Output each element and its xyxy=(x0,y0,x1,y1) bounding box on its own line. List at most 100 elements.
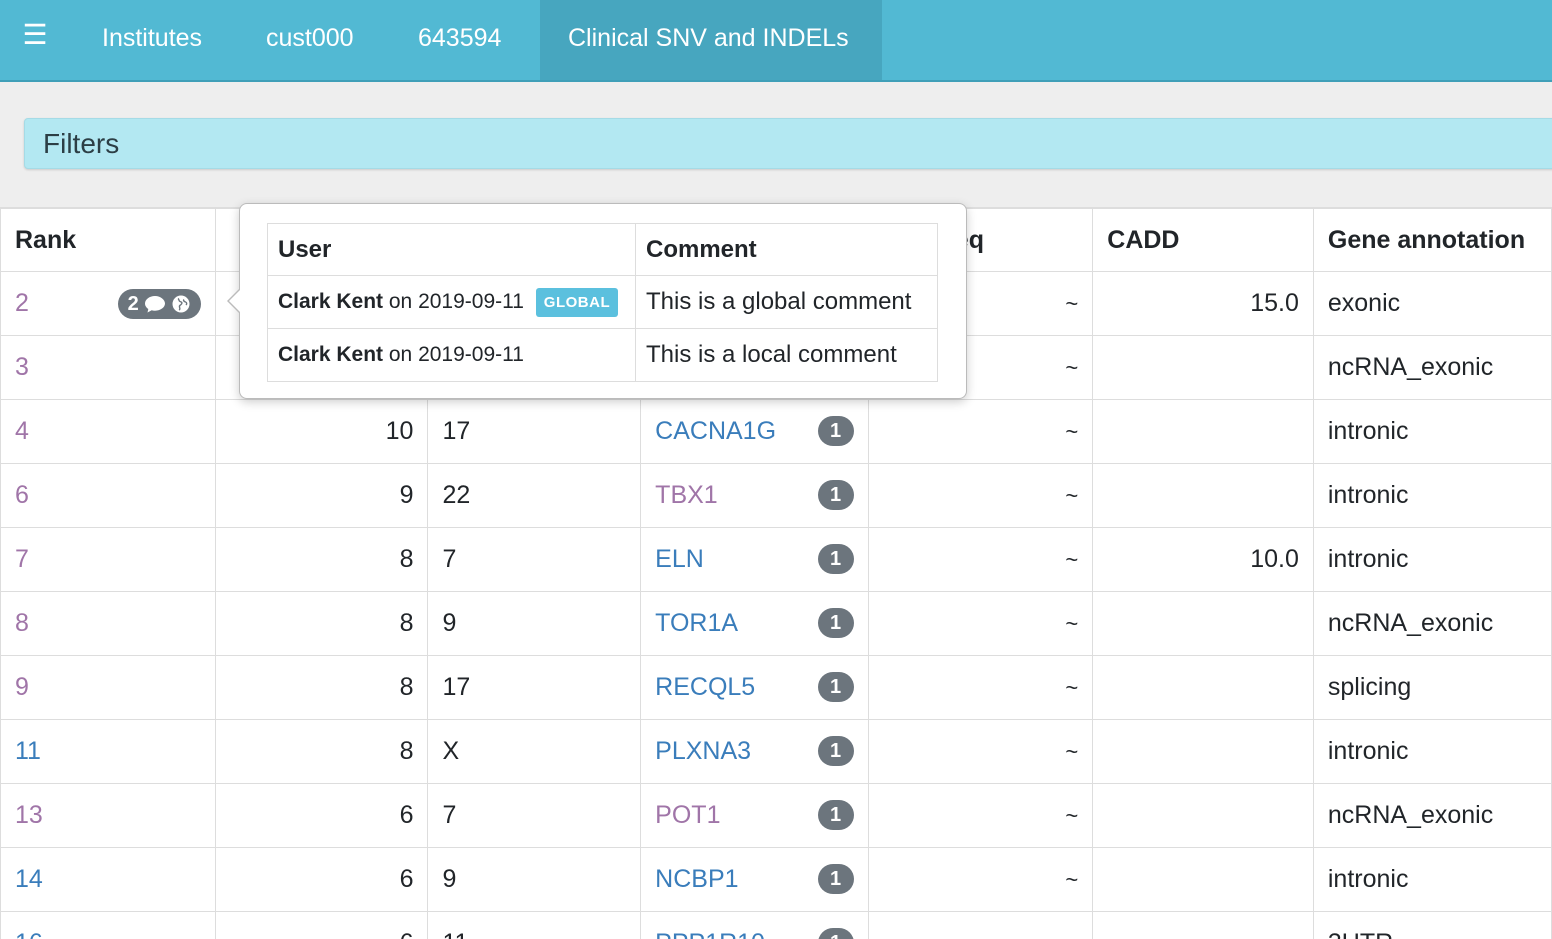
gene-count-badge: 1 xyxy=(818,672,854,702)
score-cell: 6 xyxy=(215,784,428,848)
gene-count-badge: 1 xyxy=(818,544,854,574)
gene-link[interactable]: TOR1A xyxy=(655,609,738,637)
score-cell: 8 xyxy=(215,656,428,720)
gene-link[interactable]: PLXNA3 xyxy=(655,737,751,765)
rank-link[interactable]: 7 xyxy=(15,545,29,573)
gene-link[interactable]: CACNA1G xyxy=(655,417,776,445)
column-header-gene-annotation[interactable]: Gene annotation xyxy=(1313,209,1551,272)
rank-cell: 9 xyxy=(1,656,216,720)
rank-cell: 13 xyxy=(1,784,216,848)
chromosome-cell: 17 xyxy=(428,656,641,720)
popfreq-cell: ~ xyxy=(868,656,1093,720)
comments-popover: User Comment Clark Kent on 2019-09-11 GL… xyxy=(239,203,967,399)
column-header-rank[interactable]: Rank xyxy=(1,209,216,272)
annotation-cell: intronic xyxy=(1313,848,1551,912)
rank-cell: 4 xyxy=(1,400,216,464)
comments-table: User Comment Clark Kent on 2019-09-11 GL… xyxy=(267,223,938,382)
comment-count: 2 xyxy=(128,293,139,316)
score-cell: 8 xyxy=(215,592,428,656)
gene-count-badge: 1 xyxy=(818,416,854,446)
gene-link[interactable]: ELN xyxy=(655,545,704,573)
comment-user-name: Clark Kent xyxy=(278,343,383,366)
comment-text: This is a local comment xyxy=(636,329,938,382)
global-badge: GLOBAL xyxy=(536,288,618,317)
rank-cell: 16 xyxy=(1,912,216,939)
table-row: 16 6 11 PPP1R101 ~ 3UTR xyxy=(1,912,1552,939)
comment-row: Clark Kent on 2019-09-11 GLOBAL This is … xyxy=(268,276,938,329)
annotation-cell: splicing xyxy=(1313,656,1551,720)
comment-date: on 2019-09-11 xyxy=(389,290,524,313)
gene-link[interactable]: POT1 xyxy=(655,801,720,829)
rank-cell: 6 xyxy=(1,464,216,528)
gene-count-badge: 1 xyxy=(818,864,854,894)
cadd-cell: 15.0 xyxy=(1093,272,1314,336)
nav-item-institute[interactable]: cust000 xyxy=(266,0,354,80)
rank-cell: 14 xyxy=(1,848,216,912)
rank-cell: 11 xyxy=(1,720,216,784)
score-cell: 10 xyxy=(215,400,428,464)
comment-user-cell: Clark Kent on 2019-09-11 xyxy=(268,329,636,382)
cadd-cell xyxy=(1093,400,1314,464)
cadd-cell xyxy=(1093,464,1314,528)
popfreq-cell: ~ xyxy=(868,912,1093,939)
comments-header-user: User xyxy=(268,224,636,276)
popover-arrow xyxy=(227,288,240,314)
gene-link[interactable]: NCBP1 xyxy=(655,865,738,893)
filters-title: Filters xyxy=(43,119,119,169)
gene-cell: NCBP1 1 xyxy=(641,848,868,912)
gene-cell: ELN 1 xyxy=(641,528,868,592)
gene-count-badge: 1 xyxy=(818,736,854,766)
annotation-cell: ncRNA_exonic xyxy=(1313,336,1551,400)
rank-link[interactable]: 14 xyxy=(15,865,43,893)
annotation-cell: ncRNA_exonic xyxy=(1313,592,1551,656)
filters-panel-header[interactable]: Filters xyxy=(24,118,1552,169)
hamburger-icon[interactable]: ☰ xyxy=(18,20,52,50)
rank-cell: 8 xyxy=(1,592,216,656)
table-row: 13 6 7 POT11 ~ ncRNA_exonic xyxy=(1,784,1552,848)
gene-cell: POT11 xyxy=(641,784,868,848)
comments-badge[interactable]: 2 xyxy=(118,289,201,319)
annotation-cell: ncRNA_exonic xyxy=(1313,784,1551,848)
speech-bubble-icon xyxy=(143,294,167,314)
chromosome-cell: 7 xyxy=(428,784,641,848)
gene-link[interactable]: TBX1 xyxy=(655,481,718,509)
chromosome-cell: 22 xyxy=(428,464,641,528)
gene-link[interactable]: RECQL5 xyxy=(655,673,755,701)
chromosome-cell: 7 xyxy=(428,528,641,592)
rank-link[interactable]: 9 xyxy=(15,673,29,701)
table-row: 8 8 9 TOR1A 1 ~ ncRNA_exonic xyxy=(1,592,1552,656)
annotation-cell: 3UTR xyxy=(1313,912,1551,939)
gene-count-badge: 1 xyxy=(818,928,854,939)
rank-link[interactable]: 11 xyxy=(15,737,41,765)
popfreq-cell: ~ xyxy=(868,592,1093,656)
cadd-cell xyxy=(1093,848,1314,912)
rank-link[interactable]: 6 xyxy=(15,481,29,509)
popfreq-cell: ~ xyxy=(868,528,1093,592)
globe-icon xyxy=(171,294,191,314)
rank-link[interactable]: 13 xyxy=(15,801,43,829)
column-header-cadd[interactable]: CADD xyxy=(1093,209,1314,272)
chromosome-cell: X xyxy=(428,720,641,784)
comment-user-name: Clark Kent xyxy=(278,290,383,313)
comments-header-row: User Comment xyxy=(268,224,938,276)
nav-item-institutes[interactable]: Institutes xyxy=(102,0,202,80)
comment-row: Clark Kent on 2019-09-11 This is a local… xyxy=(268,329,938,382)
nav-item-clinical-snv[interactable]: Clinical SNV and INDELs xyxy=(540,0,882,80)
chromosome-cell: 9 xyxy=(428,592,641,656)
gene-count-badge: 1 xyxy=(818,608,854,638)
gene-count-badge: 1 xyxy=(818,480,854,510)
gene-cell: CACNA1G 1 xyxy=(641,400,868,464)
rank-link[interactable]: 3 xyxy=(15,353,29,381)
annotation-cell: intronic xyxy=(1313,528,1551,592)
rank-link[interactable]: 4 xyxy=(15,417,29,445)
nav-item-case[interactable]: 643594 xyxy=(418,0,501,80)
popfreq-cell: ~ xyxy=(868,848,1093,912)
popfreq-cell: ~ xyxy=(868,720,1093,784)
cadd-cell xyxy=(1093,720,1314,784)
score-cell: 6 xyxy=(215,912,428,939)
rank-link[interactable]: 8 xyxy=(15,609,29,637)
score-cell: 9 xyxy=(215,464,428,528)
annotation-cell: intronic xyxy=(1313,720,1551,784)
rank-link[interactable]: 2 xyxy=(15,289,29,317)
cadd-cell xyxy=(1093,336,1314,400)
